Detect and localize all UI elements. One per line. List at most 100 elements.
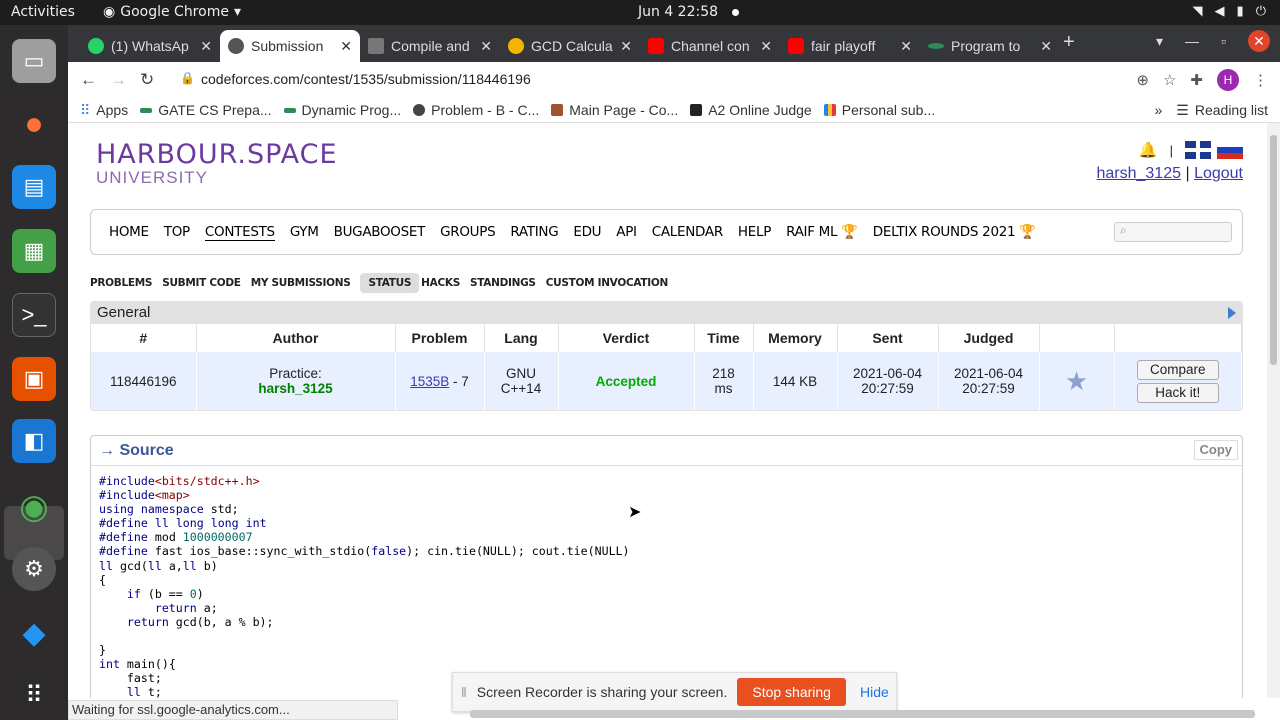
- system-tray[interactable]: ◥ ◀ ▮ ⏻: [1193, 4, 1266, 19]
- software-icon[interactable]: ◧: [12, 419, 56, 463]
- clock[interactable]: Jun 4 22:58: [638, 4, 740, 20]
- close-icon[interactable]: ✕: [900, 38, 912, 55]
- menu-item-top[interactable]: TOP: [164, 224, 190, 240]
- tab-program[interactable]: Program to ✕: [920, 30, 1060, 62]
- forward-icon[interactable]: →: [110, 70, 127, 90]
- profile-avatar[interactable]: H: [1217, 69, 1239, 91]
- bookmark-gate[interactable]: GATE CS Prepa...: [140, 102, 272, 118]
- hack-button[interactable]: Hack it!: [1136, 382, 1219, 403]
- lock-icon[interactable]: 🔒: [180, 71, 195, 85]
- close-window-icon[interactable]: ✕: [1248, 30, 1270, 52]
- bookmark-apps[interactable]: ⠿ Apps: [80, 102, 128, 119]
- copy-button[interactable]: Copy: [1193, 440, 1238, 460]
- site-logo[interactable]: HARBOUR.SPACE UNIVERSITY: [96, 139, 338, 188]
- vertical-scrollbar[interactable]: [1267, 123, 1280, 698]
- bookmark-problem[interactable]: Problem - B - C...: [413, 102, 539, 118]
- firefox-icon[interactable]: ●: [12, 101, 56, 145]
- reading-list-icon: ☰: [1176, 101, 1189, 118]
- close-icon[interactable]: ✕: [480, 38, 492, 55]
- expand-arrow-icon[interactable]: [1228, 307, 1236, 319]
- maximize-icon[interactable]: ▫: [1221, 33, 1226, 49]
- terminal-icon[interactable]: >_: [12, 293, 56, 337]
- horizontal-scrollbar[interactable]: [470, 710, 1255, 718]
- user-handle-link[interactable]: harsh_3125: [1096, 165, 1181, 182]
- menu-item-home[interactable]: HOME: [109, 224, 149, 240]
- menu-item-bugabooset[interactable]: BUGABOOSET: [334, 224, 426, 240]
- bookmark-a2oj[interactable]: A2 Online Judge: [690, 102, 812, 118]
- submenu-standings[interactable]: STANDINGS: [470, 273, 544, 293]
- zoom-icon[interactable]: ⊕: [1136, 71, 1149, 89]
- bookmark-dp[interactable]: Dynamic Prog...: [283, 102, 401, 118]
- menu-item-deltix-rounds-2021[interactable]: DELTIX ROUNDS 2021 🏆: [873, 224, 1036, 240]
- tab-channel[interactable]: Channel con ✕: [640, 30, 780, 62]
- close-icon[interactable]: ✕: [620, 38, 632, 55]
- stop-sharing-button[interactable]: Stop sharing: [737, 678, 846, 706]
- show-apps-icon[interactable]: ⠿: [12, 673, 56, 717]
- hide-button[interactable]: Hide: [860, 684, 889, 700]
- menu-item-groups[interactable]: GROUPS: [440, 224, 496, 240]
- app-menu[interactable]: ◉ Google Chrome ▾: [103, 4, 241, 20]
- close-icon[interactable]: ✕: [340, 38, 352, 55]
- submenu-problems[interactable]: PROBLEMS: [90, 273, 160, 293]
- tab-title: Channel con: [671, 38, 750, 54]
- source-code[interactable]: #include<bits/stdc++.h> #include<map> usin…: [91, 466, 1242, 698]
- lang-line2: C++14: [500, 381, 542, 396]
- submenu-submit-code[interactable]: SUBMIT CODE: [162, 273, 249, 293]
- submenu-my-submissions[interactable]: MY SUBMISSIONS: [251, 273, 359, 293]
- favourite-star-icon[interactable]: ★: [1039, 352, 1115, 410]
- menu-item-edu[interactable]: EDU: [573, 224, 601, 240]
- menu-item-contests[interactable]: CONTESTS: [204, 224, 275, 241]
- new-tab-button[interactable]: +: [1063, 31, 1075, 54]
- menu-item-raif-ml[interactable]: RAIF ML 🏆: [786, 224, 858, 240]
- russian-flag-icon[interactable]: [1217, 141, 1243, 159]
- close-icon[interactable]: ✕: [200, 38, 212, 55]
- menu-item-gym[interactable]: GYM: [290, 224, 319, 240]
- problem-link[interactable]: 1535B: [410, 374, 449, 389]
- scrollbar-thumb[interactable]: [1270, 135, 1277, 365]
- settings-icon[interactable]: ⚙: [12, 547, 56, 591]
- minimize-icon[interactable]: —: [1185, 33, 1199, 49]
- close-icon[interactable]: ✕: [1040, 38, 1052, 55]
- tab-whatsapp[interactable]: (1) WhatsAp ✕: [80, 30, 220, 62]
- problem-cell: 1535B - 7: [395, 352, 485, 410]
- submenu-status[interactable]: STATUS: [360, 273, 420, 293]
- notification-dot: [732, 8, 740, 16]
- tab-submission[interactable]: Submission ✕: [220, 30, 360, 62]
- menu-icon[interactable]: ⋮: [1253, 71, 1268, 89]
- reload-icon[interactable]: ↻: [140, 70, 154, 90]
- activities-button[interactable]: Activities: [11, 4, 75, 20]
- more-bookmarks-icon[interactable]: »: [1154, 102, 1162, 118]
- tab-gcd[interactable]: GCD Calcula ✕: [500, 30, 640, 62]
- tab-title: fair playoff: [811, 38, 876, 54]
- calc-icon[interactable]: ▦: [12, 229, 56, 273]
- reading-list-button[interactable]: ☰ Reading list: [1176, 102, 1268, 119]
- url-field[interactable]: codeforces.com/contest/1535/submission/1…: [201, 71, 531, 87]
- vscode-icon[interactable]: ◆: [12, 611, 56, 655]
- logout-link[interactable]: Logout: [1194, 165, 1243, 182]
- compare-button[interactable]: Compare: [1136, 359, 1219, 380]
- impress-icon[interactable]: ▣: [12, 357, 56, 401]
- menu-item-rating[interactable]: RATING: [510, 224, 558, 240]
- submenu-hacks[interactable]: HACKS: [421, 273, 468, 293]
- bookmark-personal[interactable]: Personal sub...: [823, 102, 935, 118]
- drag-handle-icon[interactable]: ‖: [461, 684, 467, 700]
- english-flag-icon[interactable]: [1185, 141, 1211, 159]
- writer-icon[interactable]: ▤: [12, 165, 56, 209]
- tab-search-icon[interactable]: ▾: [1156, 33, 1163, 50]
- tab-compile[interactable]: Compile and ✕: [360, 30, 500, 62]
- files-icon[interactable]: ▭: [12, 39, 56, 83]
- menu-item-help[interactable]: HELP: [738, 224, 771, 240]
- menu-item-api[interactable]: API: [616, 224, 637, 240]
- site-search-input[interactable]: ⌕: [1114, 222, 1232, 242]
- chrome-dock-icon[interactable]: ◉: [12, 485, 56, 529]
- submenu-custom-invocation[interactable]: CUSTOM INVOCATION: [546, 273, 676, 293]
- extensions-icon[interactable]: ✚: [1190, 71, 1203, 89]
- bookmark-main-page[interactable]: Main Page - Co...: [551, 102, 678, 118]
- close-icon[interactable]: ✕: [760, 38, 772, 55]
- tab-fair-playoff[interactable]: fair playoff ✕: [780, 30, 920, 62]
- bookmark-star-icon[interactable]: ☆: [1163, 71, 1176, 89]
- back-icon[interactable]: ←: [80, 70, 97, 90]
- author-handle[interactable]: harsh_3125: [197, 381, 395, 396]
- menu-item-calendar[interactable]: CALENDAR: [652, 224, 723, 240]
- bell-icon[interactable]: 🔔: [1139, 141, 1158, 159]
